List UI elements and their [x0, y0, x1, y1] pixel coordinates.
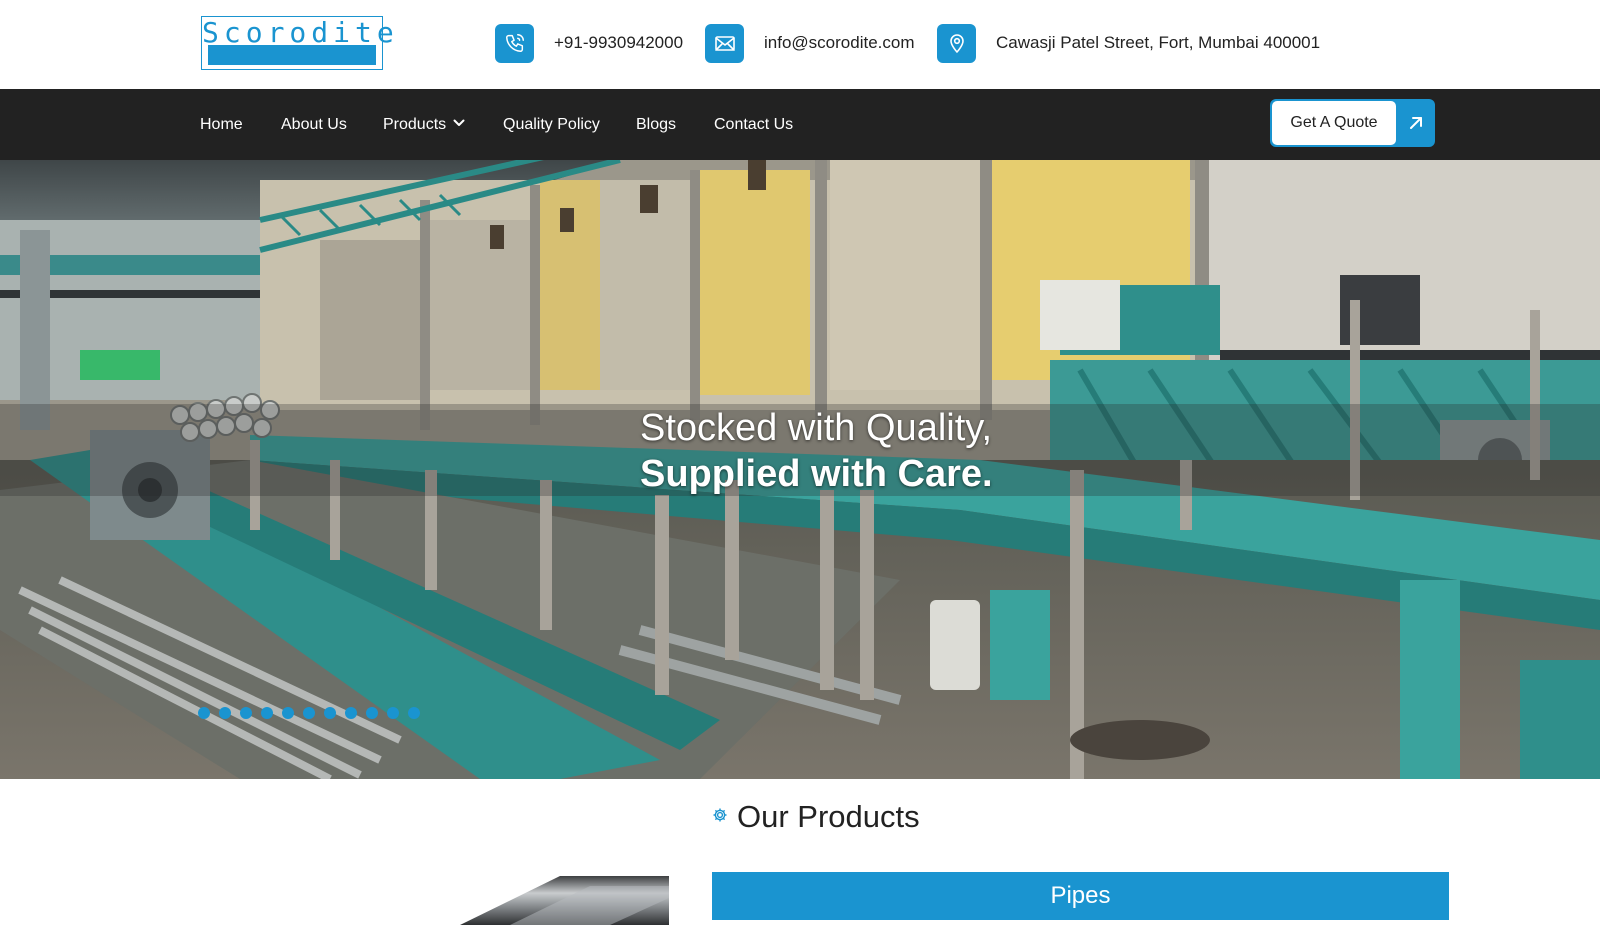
our-products-heading: Our Products [712, 797, 920, 837]
slider-dot[interactable] [261, 707, 273, 719]
steel-pipe-illustration [460, 876, 669, 925]
slider-dot[interactable] [366, 707, 378, 719]
slider-dot[interactable] [324, 707, 336, 719]
slider-dot[interactable] [198, 707, 210, 719]
slider-dot[interactable] [345, 707, 357, 719]
logo-text: Scorodite [202, 16, 399, 49]
hero-slider: Stocked with Quality, Supplied with Care… [0, 160, 1600, 779]
slider-dot[interactable] [303, 707, 315, 719]
phone-number: +91-9930942000 [554, 33, 684, 52]
hero-caption: Stocked with Quality, Supplied with Care… [640, 405, 993, 497]
contact-phone[interactable]: +91-9930942000 [495, 23, 683, 63]
hero-line-1: Stocked with Quality, [640, 407, 993, 449]
contact-email[interactable]: info@scorodite.com [705, 23, 915, 63]
pipes-product-image[interactable] [440, 876, 669, 925]
slider-dot[interactable] [282, 707, 294, 719]
phone-icon [495, 23, 534, 63]
slider-dot[interactable] [240, 707, 252, 719]
get-a-quote-label: Get A Quote [1272, 101, 1396, 145]
nav-about-us[interactable]: About Us [281, 89, 347, 160]
nav-home[interactable]: Home [200, 89, 243, 160]
pipes-category-bar[interactable]: Pipes [712, 872, 1449, 920]
nav-products-label: Products [383, 116, 447, 133]
nav-contact-us[interactable]: Contact Us [714, 89, 793, 160]
slider-dot[interactable] [408, 707, 420, 719]
arrow-up-right-icon [1396, 99, 1435, 147]
address: Cawasji Patel Street, Fort, Mumbai 40000… [996, 33, 1321, 52]
hero-line-2: Supplied with Care. [640, 453, 993, 495]
email-address: info@scorodite.com [764, 33, 915, 52]
scorodite-logo[interactable]: Scorodite [201, 16, 399, 70]
products-section-title: Our Products [737, 799, 920, 834]
top-bar: Scorodite +91-9930942000 info@scorodite.… [0, 0, 1600, 89]
location-pin-icon [937, 23, 976, 63]
nav-products[interactable]: Products [383, 89, 465, 160]
nav-blogs[interactable]: Blogs [636, 89, 676, 160]
nav-quality-policy[interactable]: Quality Policy [503, 89, 600, 160]
slider-dot[interactable] [219, 707, 231, 719]
get-a-quote-button[interactable]: Get A Quote [1270, 99, 1435, 147]
mail-icon [705, 23, 744, 63]
gear-icon [712, 807, 728, 828]
contact-address[interactable]: Cawasji Patel Street, Fort, Mumbai 40000… [937, 23, 1320, 63]
logo-bar [208, 45, 376, 65]
slider-dot[interactable] [387, 707, 399, 719]
slider-pagination [198, 707, 420, 721]
chevron-down-icon [453, 87, 465, 158]
